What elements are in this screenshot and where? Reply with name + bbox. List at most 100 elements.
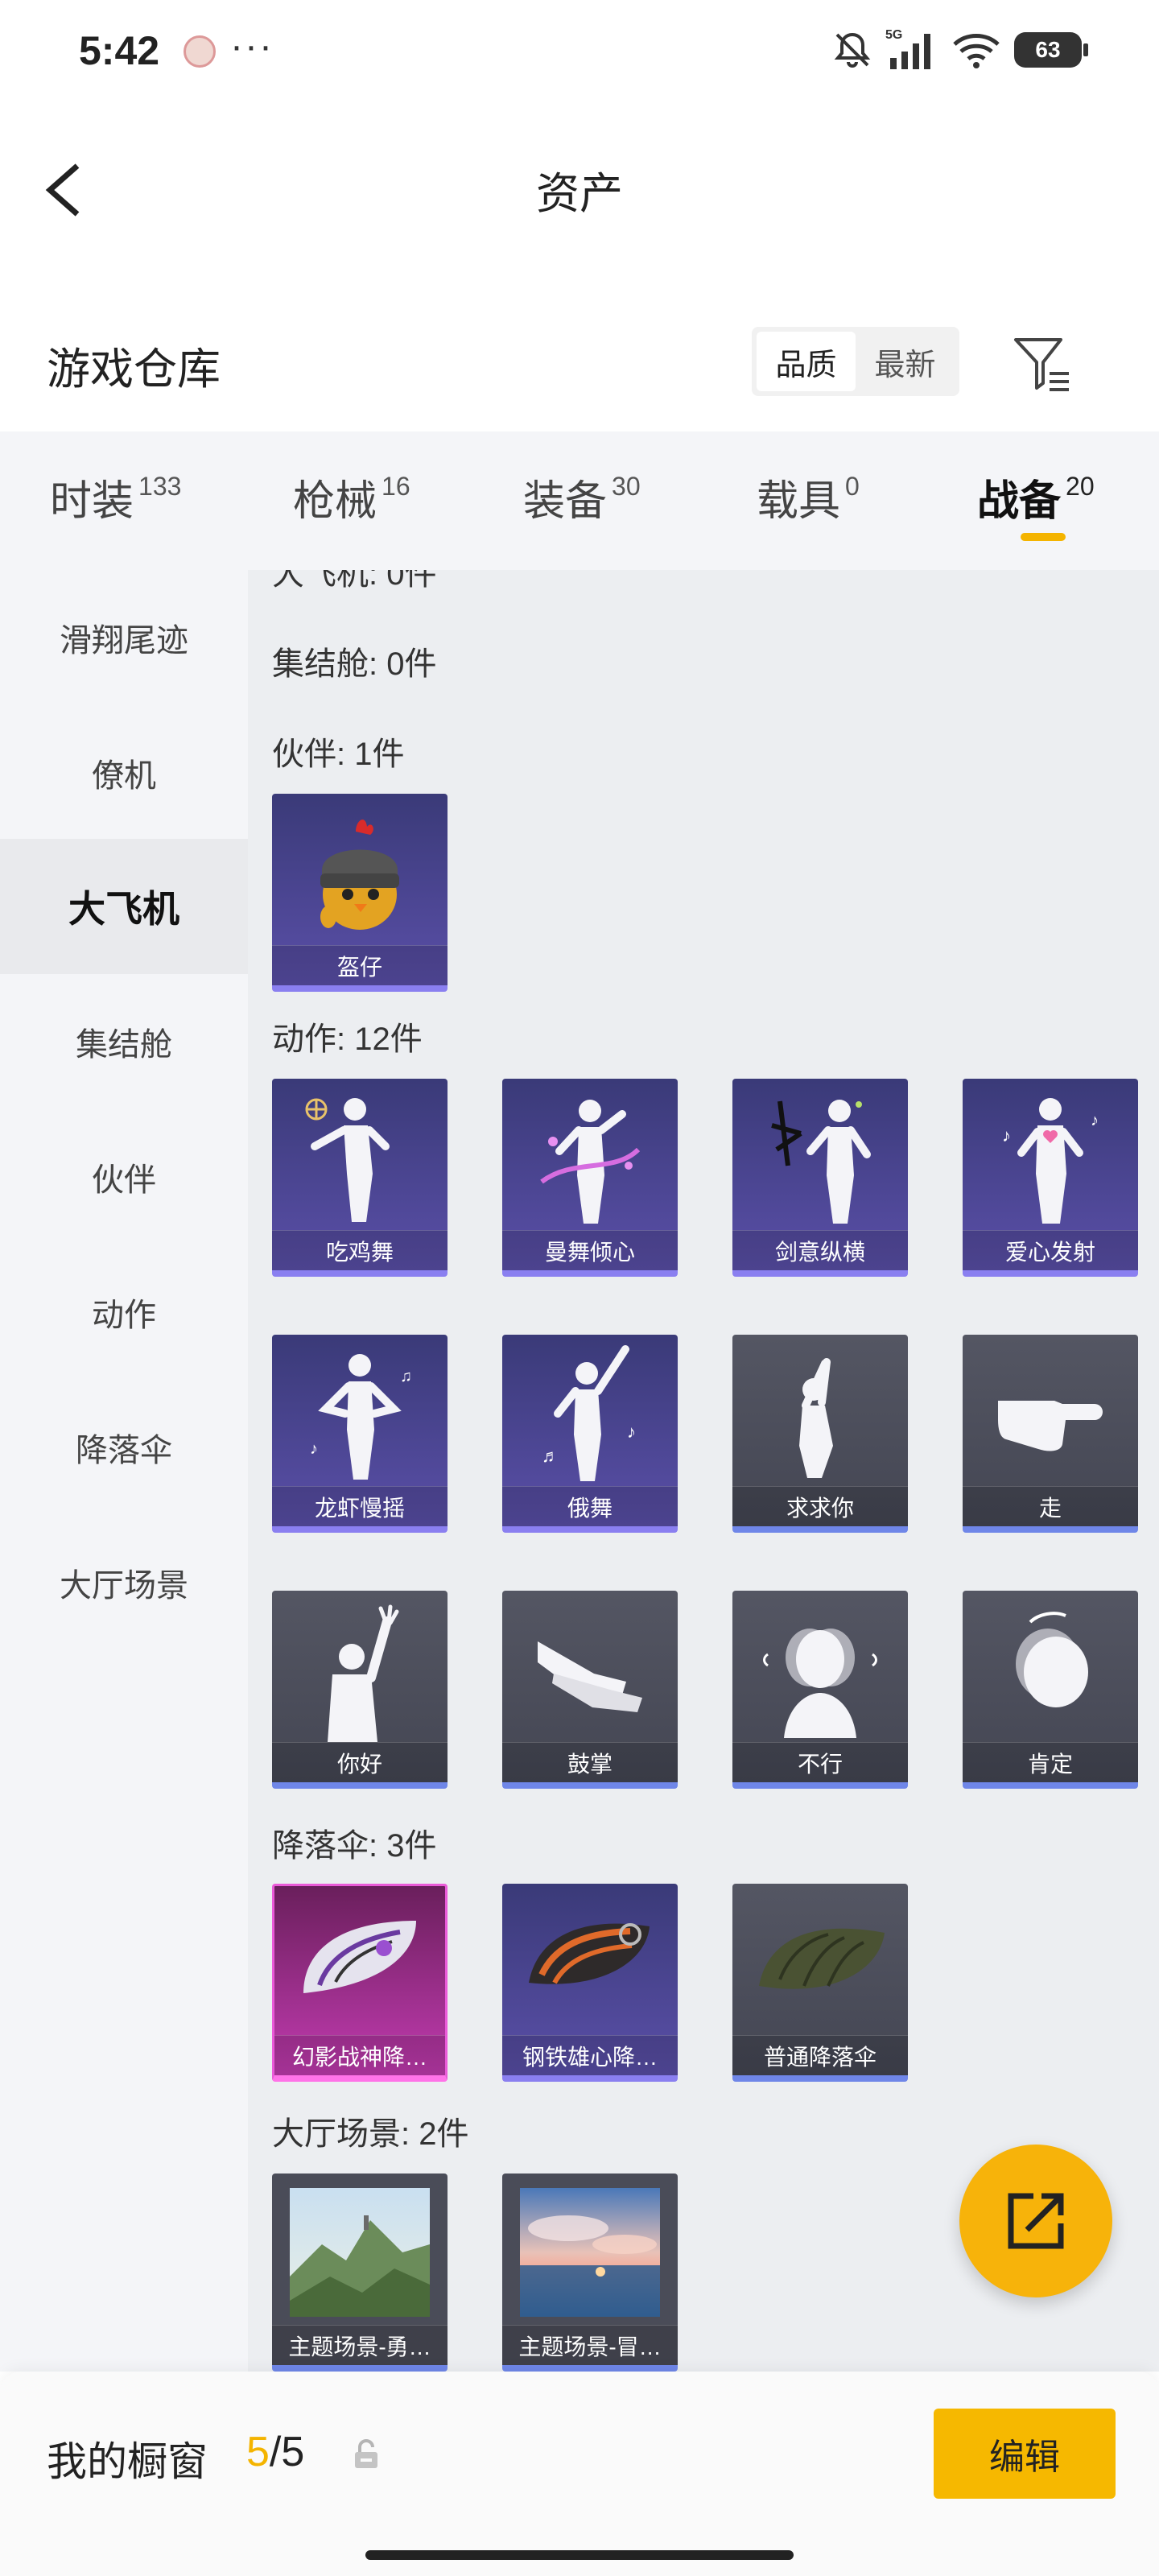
item-label: 肯定: [963, 1742, 1138, 1782]
item-label: 主题场景-勇…: [272, 2325, 448, 2365]
svg-text:♪: ♪: [310, 1440, 318, 1458]
mute-bell-icon: [834, 32, 871, 68]
status-more-icon: ···: [230, 25, 274, 68]
parachute-icon: [303, 1921, 416, 1993]
showcase-label: 我的橱窗: [47, 2439, 208, 2484]
tab-guns[interactable]: 枪械 16: [293, 467, 410, 527]
svg-text:♫: ♫: [400, 1368, 412, 1385]
begging-figure-icon: [799, 1358, 833, 1478]
item-card[interactable]: 曼舞倾心: [502, 1079, 678, 1277]
item-card[interactable]: ♪ ♫ 龙虾慢摇: [272, 1335, 448, 1533]
active-tab-indicator: [1021, 533, 1066, 541]
external-link-icon: [1008, 2193, 1064, 2249]
tab-fashion[interactable]: 时装 133: [50, 467, 181, 527]
item-card[interactable]: 剑意纵横: [732, 1079, 908, 1277]
share-fab-button[interactable]: [959, 2145, 1112, 2297]
item-card[interactable]: 盔仔: [272, 794, 448, 992]
item-card[interactable]: ♬ ♪ 俄舞: [502, 1335, 678, 1533]
item-label: 幻影战神降…: [274, 2035, 445, 2075]
item-label: 普通降落伞: [732, 2035, 908, 2075]
waving-figure-icon: [328, 1604, 399, 1742]
mountain-scene-image: [290, 2188, 430, 2317]
item-label: 盔仔: [272, 945, 448, 985]
signal-5g-icon: 5G: [885, 28, 930, 69]
edit-button[interactable]: 编辑: [934, 2409, 1116, 2499]
status-avatar-icon: [184, 35, 216, 68]
wifi-icon: [953, 34, 1000, 68]
warehouse-title: 游戏仓库: [47, 345, 221, 394]
sidebar: 滑翔尾迹 僚机 大飞机 集结舱 伙伴 动作 降落伞 大厅场景: [0, 570, 248, 2372]
svg-text:♪: ♪: [1002, 1125, 1011, 1146]
nodding-head-icon: [1016, 1612, 1088, 1707]
sidebar-item-glide-trail[interactable]: 滑翔尾迹: [0, 570, 248, 705]
heart-figure-icon: ♪ ♪: [1002, 1098, 1099, 1224]
sidebar-item-lobby[interactable]: 大厅场景: [0, 1515, 248, 1650]
item-label: 剑意纵横: [732, 1230, 908, 1270]
sunset-sea-scene-image: [520, 2188, 660, 2317]
item-label: 你好: [272, 1742, 448, 1782]
showcase-bar: 我的橱窗 5/5 编辑: [0, 2372, 1159, 2576]
item-card[interactable]: 吃鸡舞: [272, 1079, 448, 1277]
svg-text:♪: ♪: [1091, 1112, 1099, 1129]
item-label: 钢铁雄心降…: [502, 2035, 678, 2075]
item-content: 大飞机: 0件 集结舱: 0件 伙伴: 1件 盔仔 动作: 12件 吃鸡舞 曼舞…: [248, 570, 1159, 2372]
item-card[interactable]: 走: [963, 1335, 1138, 1533]
parachute-icon: [529, 1923, 650, 1984]
item-card[interactable]: 普通降落伞: [732, 1884, 908, 2082]
item-card[interactable]: 你好: [272, 1591, 448, 1789]
filter-icon[interactable]: [1011, 332, 1072, 396]
tab-equipment[interactable]: 装备 30: [523, 467, 641, 527]
pointing-hand-icon: [998, 1401, 1103, 1451]
item-card[interactable]: ♪ ♪ 爱心发射: [963, 1079, 1138, 1277]
item-card[interactable]: 不行: [732, 1591, 908, 1789]
section-emote-label: 动作: 12件: [272, 1022, 423, 1057]
tab-war-prep[interactable]: 战备 20: [977, 467, 1095, 527]
battery-icon: 63: [1014, 32, 1088, 68]
sort-quality-button[interactable]: 品质: [757, 332, 856, 391]
category-tabs: 时装 133 枪械 16 装备 30 载具 0 战备 20: [0, 431, 1159, 570]
item-label: 爱心发射: [963, 1230, 1138, 1270]
sort-newest-button[interactable]: 最新: [856, 332, 955, 391]
item-card[interactable]: 幻影战神降…: [272, 1884, 448, 2082]
item-card[interactable]: 求求你: [732, 1335, 908, 1533]
parachute-icon: [759, 1928, 885, 1989]
sidebar-item-parachute[interactable]: 降落伞: [0, 1380, 248, 1515]
page-header: 资产: [0, 121, 1159, 258]
item-label: 不行: [732, 1742, 908, 1782]
dance-figure-icon: [305, 1098, 390, 1222]
section-plane-label: 大飞机: 0件: [272, 570, 437, 592]
showcase-count: 5/5: [246, 2429, 305, 2475]
section-lobby-label: 大厅场景: 2件: [272, 2116, 469, 2152]
sidebar-item-pod[interactable]: 集结舱: [0, 974, 248, 1109]
dance-figure-icon: ♪ ♫: [310, 1354, 412, 1480]
chick-helmet-icon: [320, 819, 399, 930]
sword-figure-icon: [771, 1100, 871, 1224]
sidebar-item-partner[interactable]: 伙伴: [0, 1109, 248, 1245]
sort-toggle: 品质 最新: [752, 327, 959, 396]
tab-vehicles[interactable]: 载具 0: [757, 467, 860, 527]
section-parachute-label: 降落伞: 3件: [272, 1828, 437, 1864]
svg-text:♬: ♬: [542, 1446, 559, 1466]
item-label: 俄舞: [502, 1486, 678, 1526]
item-label: 吃鸡舞: [272, 1230, 448, 1270]
sidebar-item-emote[interactable]: 动作: [0, 1245, 248, 1380]
item-card[interactable]: 主题场景-勇…: [272, 2174, 448, 2372]
section-pod-label: 集结舱: 0件: [272, 646, 437, 682]
item-card[interactable]: 肯定: [963, 1591, 1138, 1789]
sidebar-item-plane[interactable]: 大飞机: [0, 839, 248, 974]
item-label: 主题场景-冒…: [502, 2325, 678, 2365]
item-label: 曼舞倾心: [502, 1230, 678, 1270]
home-indicator: [365, 2550, 794, 2560]
item-card[interactable]: 鼓掌: [502, 1591, 678, 1789]
sidebar-item-wingman[interactable]: 僚机: [0, 705, 248, 840]
item-card[interactable]: 钢铁雄心降…: [502, 1884, 678, 2082]
lock-icon: [355, 2439, 377, 2468]
item-label: 龙虾慢摇: [272, 1486, 448, 1526]
item-label: 求求你: [732, 1486, 908, 1526]
item-card[interactable]: 主题场景-冒…: [502, 2174, 678, 2372]
svg-text:♪: ♪: [627, 1422, 636, 1442]
status-bar: 5:42 ··· 5G 63: [0, 0, 1159, 105]
section-partner-label: 伙伴: 1件: [272, 737, 405, 772]
dance-figure-icon: ♬ ♪: [542, 1345, 636, 1481]
item-label: 鼓掌: [502, 1742, 678, 1782]
